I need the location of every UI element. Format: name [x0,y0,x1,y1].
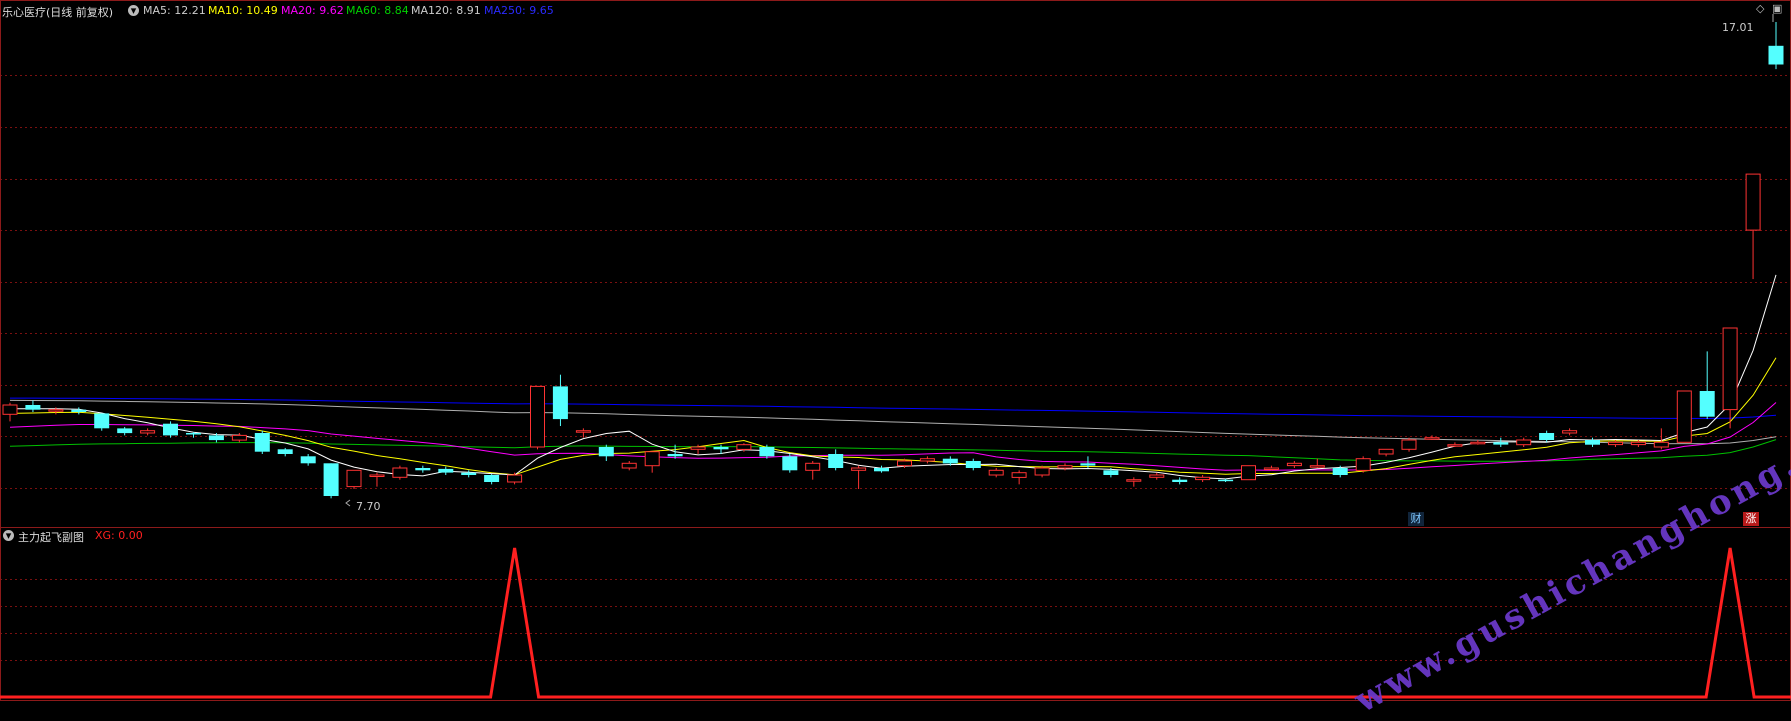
candle-body [1149,474,1165,478]
candle-body [828,454,844,468]
candle-body [48,409,64,412]
ma250-line [10,397,1777,420]
moving-average-lines [9,274,1777,480]
candle-body [1355,458,1371,471]
candle-body [1103,470,1119,475]
candle-body [667,454,683,457]
candle-body [117,428,133,434]
candle-body [1768,45,1784,65]
candle-body [530,385,545,448]
candle-body [1057,465,1073,469]
candle-body [644,451,660,467]
candle-body [1745,173,1761,231]
candle-body [897,460,912,467]
candle-body [1172,479,1188,482]
candle-body [1585,440,1600,445]
candle-body [208,435,224,441]
candle-body [874,468,889,472]
candle-body [369,474,385,477]
candle-body [736,444,752,450]
candle-body [1378,448,1394,455]
candle-body [323,463,339,496]
candle-body [782,456,798,471]
candle-body [1263,467,1279,470]
financial-badge[interactable]: 财 [1408,512,1424,526]
candle-body [346,469,362,488]
candle-body [1401,439,1417,450]
candle-body [713,447,729,450]
candle-body [277,449,293,454]
candle-body [690,446,706,450]
candle-body [484,475,500,482]
candle-body [598,447,614,457]
candle-body [759,447,775,457]
indicator-name: 主力起飞副图 [18,531,84,544]
indicator-xg-value: XG: 0.00 [95,529,143,542]
candle-body [1011,472,1027,478]
candle-body [1608,441,1623,446]
ma120-line [9,399,1777,445]
candle-body [163,423,178,436]
candlesticks [2,22,1784,499]
candle-body [1676,390,1692,443]
candle-body [1080,463,1096,466]
chart-grid [0,75,1791,661]
ma10-line [9,357,1777,476]
candle-body [1126,479,1142,482]
candle-body [94,413,110,429]
candle-body [1653,441,1669,448]
candle-body [231,434,247,441]
candle-body [71,409,87,412]
ma5-line [10,274,1777,480]
candle-body [254,433,270,452]
candle-body [851,467,867,471]
candle-body [1516,439,1532,446]
candle-body [1447,444,1463,447]
indicator-collapse-icon[interactable]: ▾ [3,530,14,541]
candle-body [988,469,1004,476]
candle-body [575,430,591,433]
candle-body [1562,430,1578,434]
candle-body [1470,441,1486,445]
candle-body [805,462,821,471]
candle-body [1722,327,1738,411]
candle-body [140,430,156,434]
high-price-label: 17.01 [1722,21,1754,34]
candle-body [965,461,981,468]
ma60-line [9,439,1777,462]
low-marker-arrow [345,499,351,507]
candle-body [942,458,958,464]
candle-body [1309,465,1325,468]
candle-body [552,386,568,420]
candle-body [1539,433,1555,440]
candle-body [919,458,935,462]
candle-body [186,433,201,435]
candle-body [1699,391,1715,417]
candle-body [1332,468,1348,475]
candle-body [415,468,431,471]
candle-body [2,404,18,415]
low-price-label: 7.70 [356,500,381,513]
candle-body [1630,441,1646,446]
candle-body [300,456,316,464]
candle-body [1241,465,1256,481]
candle-body [1286,462,1302,467]
candle-body [438,468,454,473]
candle-body [1034,467,1050,476]
candle-body [25,405,41,410]
candle-body [392,467,408,478]
candle-body [1424,437,1440,440]
candle-body [507,474,523,483]
limit-up-badge[interactable]: 涨 [1743,512,1759,526]
candle-body [1195,476,1211,481]
candle-body [621,462,637,469]
candle-body [1493,442,1509,445]
candle-body [461,472,477,475]
candle-body [1218,479,1234,482]
